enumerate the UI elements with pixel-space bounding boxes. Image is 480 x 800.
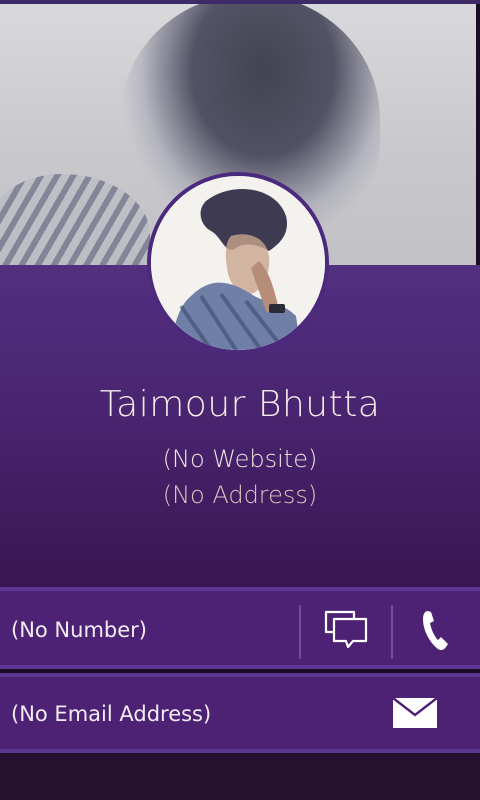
bottom-area xyxy=(0,753,480,800)
call-button[interactable] xyxy=(398,601,474,663)
cover-sketch-shoulder xyxy=(0,174,150,265)
phone-row[interactable]: (No Number) xyxy=(0,587,480,669)
divider-right xyxy=(391,605,393,659)
message-button[interactable] xyxy=(306,601,386,663)
email-address-label[interactable]: (No Email Address) xyxy=(11,702,211,726)
contact-name: Taimour Bhutta xyxy=(99,384,381,425)
avatar[interactable] xyxy=(147,172,329,354)
avatar-image xyxy=(151,176,325,350)
phone-number-label[interactable]: (No Number) xyxy=(11,618,147,642)
message-icon xyxy=(324,610,368,654)
phone-icon xyxy=(422,609,450,655)
envelope-icon xyxy=(392,697,438,733)
divider-left xyxy=(299,605,301,659)
email-button[interactable] xyxy=(380,687,450,743)
email-row[interactable]: (No Email Address) xyxy=(0,673,480,753)
address-text[interactable]: (No Address) xyxy=(0,481,480,509)
website-text[interactable]: (No Website) xyxy=(0,445,480,473)
